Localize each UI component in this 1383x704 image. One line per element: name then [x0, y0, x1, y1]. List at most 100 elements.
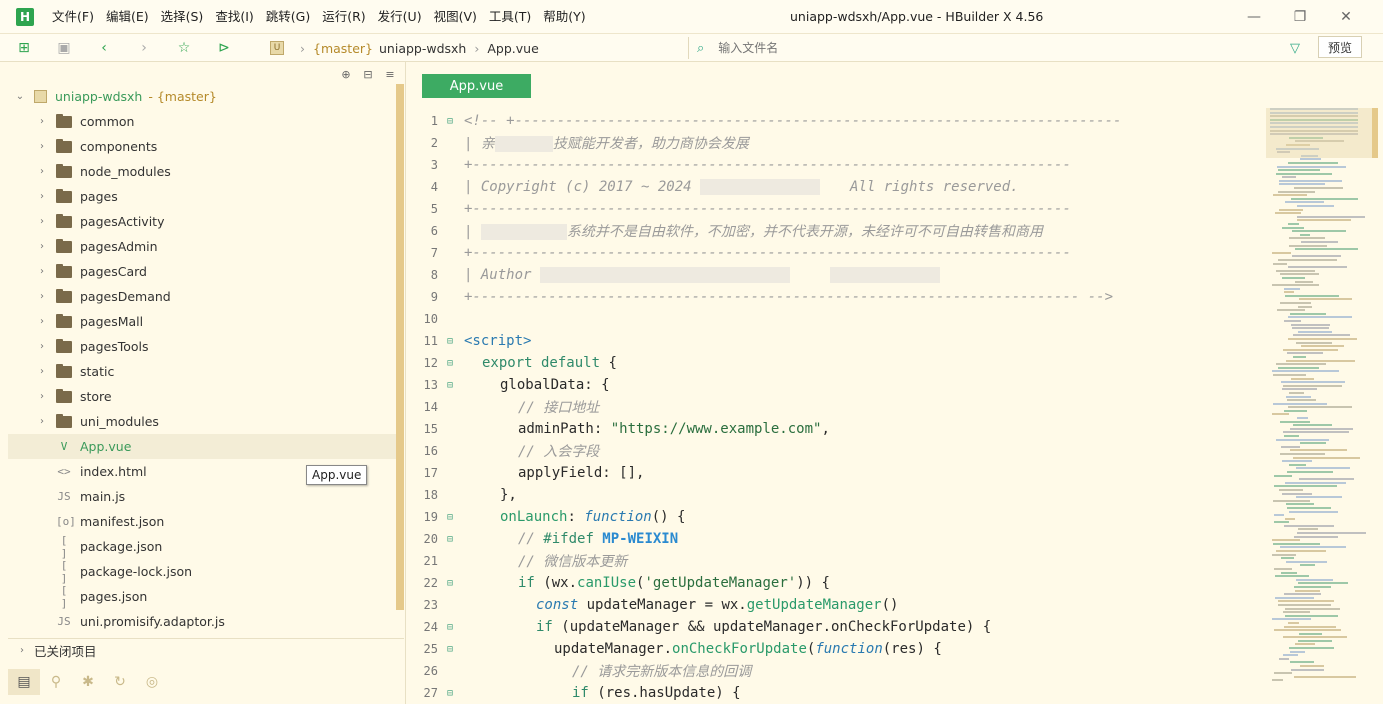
breadcrumb-branch[interactable]: {master}	[313, 41, 373, 56]
fold-icon[interactable]: ⊟	[442, 534, 458, 545]
menu-find[interactable]: 查找(I)	[209, 0, 259, 34]
fold-icon[interactable]: ⊟	[442, 336, 458, 347]
explorer-scrollbar[interactable]	[396, 84, 404, 610]
minimap-line	[1286, 395, 1311, 398]
closed-projects[interactable]: › 已关闭项目	[8, 638, 404, 662]
folder-row[interactable]: › common	[8, 109, 396, 134]
run-icon[interactable]: ⊳	[214, 38, 234, 58]
file-row[interactable]: [ ] package-lock.json	[8, 559, 396, 585]
minimap-line	[1283, 384, 1342, 387]
folder-row[interactable]: › node_modules	[8, 159, 396, 184]
fold-icon[interactable]: ⊟	[442, 358, 458, 369]
menu-publish[interactable]: 发行(U)	[372, 0, 428, 34]
folder-row[interactable]: › pagesAdmin	[8, 234, 396, 259]
minimap[interactable]	[1266, 108, 1366, 704]
minimap-line	[1300, 442, 1326, 445]
menu-select[interactable]: 选择(S)	[155, 0, 210, 34]
folder-row[interactable]: › uni_modules	[8, 409, 396, 434]
code-text: applyField: [],	[518, 465, 645, 481]
line-number: 9	[430, 290, 438, 304]
minimap-line	[1291, 377, 1314, 380]
file-row[interactable]: [ ] pages.json	[8, 583, 396, 610]
code-line: 27 ⊟ if (res.hasUpdate) {	[406, 682, 1266, 704]
filename-input[interactable]	[718, 41, 1259, 55]
folder-row[interactable]: › pages	[8, 184, 396, 209]
line-number: 7	[430, 246, 438, 260]
file-row[interactable]: JS uni.promisify.adaptor.js	[8, 609, 396, 634]
minimap-line	[1288, 266, 1347, 269]
json-file-icon: [ ]	[60, 583, 68, 610]
project-root[interactable]: ⌄ uniapp-wdsxh - {master}	[8, 84, 396, 109]
chevron-right-icon: ›	[40, 366, 44, 377]
menu-file[interactable]: 文件(F)	[46, 0, 100, 34]
tab-app-vue[interactable]: App.vue	[422, 74, 531, 98]
code-area[interactable]: 1 ⊟ <!-- +--------------------------------…	[406, 110, 1266, 704]
code-text: )) {	[796, 575, 830, 591]
code-text: +---------------------------------------…	[464, 245, 1071, 261]
fold-icon[interactable]: ⊟	[442, 512, 458, 523]
code-line: 10	[406, 308, 1266, 330]
file-row[interactable]: [o] manifest.json	[8, 509, 396, 534]
breadcrumb-project[interactable]: uniapp-wdsxh	[379, 41, 466, 56]
menu-help[interactable]: 帮助(Y)	[537, 0, 591, 34]
minimap-line	[1274, 521, 1289, 524]
file-row[interactable]: [ ] package.json	[8, 533, 396, 560]
breadcrumb-file[interactable]: App.vue	[487, 41, 538, 56]
folder-row[interactable]: › static	[8, 359, 396, 384]
explorer-tab-icon[interactable]: ▤	[8, 669, 40, 695]
minimize-button[interactable]: —	[1231, 0, 1277, 34]
fold-icon[interactable]: ⊟	[442, 116, 458, 127]
chevron-right-icon: ›	[40, 391, 44, 402]
minimap-line	[1284, 409, 1307, 412]
save-icon[interactable]: ▣	[54, 38, 74, 58]
fold-icon[interactable]: ⊟	[442, 380, 458, 391]
chevron-right-icon: ›	[40, 166, 44, 177]
star-icon[interactable]: ☆	[174, 38, 194, 58]
fold-icon[interactable]: ⊟	[442, 622, 458, 633]
menu-tools[interactable]: 工具(T)	[483, 0, 537, 34]
minimap-line	[1283, 636, 1347, 639]
folder-row[interactable]: › pagesDemand	[8, 284, 396, 309]
folder-row[interactable]: › pagesMall	[8, 309, 396, 334]
preview-button[interactable]: 预览	[1318, 36, 1362, 58]
folder-row[interactable]: › pagesActivity	[8, 209, 396, 234]
minimap-line	[1289, 463, 1306, 466]
folder-row[interactable]: › pagesCard	[8, 259, 396, 284]
collapse-all-icon[interactable]: ⊟	[359, 66, 377, 82]
close-button[interactable]: ✕	[1323, 0, 1369, 34]
code-line: 5 +--------------------------------------…	[406, 198, 1266, 220]
minimap-line	[1284, 625, 1336, 628]
file-row[interactable]: JS main.js	[8, 484, 396, 509]
folder-row[interactable]: › components	[8, 134, 396, 159]
menu-goto[interactable]: 跳转(G)	[260, 0, 316, 34]
minimap-viewport[interactable]	[1266, 108, 1374, 158]
debug-tab-icon[interactable]: ✱	[72, 669, 104, 695]
minimap-line	[1273, 499, 1310, 502]
file-row-app-vue[interactable]: V App.vue	[8, 434, 396, 459]
bike-tab-icon[interactable]: ⚲	[40, 669, 72, 695]
fold-icon[interactable]: ⊟	[442, 578, 458, 589]
folder-icon	[56, 363, 72, 378]
locate-icon[interactable]: ⊕	[337, 66, 355, 82]
menu-view[interactable]: 视图(V)	[428, 0, 483, 34]
fold-icon[interactable]: ⊟	[442, 688, 458, 699]
git-tab-icon[interactable]: ↻	[104, 669, 136, 695]
editor-scrollbar[interactable]	[1372, 108, 1378, 158]
menu-edit[interactable]: 编辑(E)	[100, 0, 155, 34]
json-file-icon: [ ]	[60, 533, 68, 560]
menu-icon[interactable]: ≡	[381, 66, 399, 82]
new-file-icon[interactable]: ⊞	[14, 38, 34, 58]
back-icon[interactable]: ‹	[94, 38, 114, 58]
folder-row[interactable]: › store	[8, 384, 396, 409]
minimap-line	[1278, 366, 1319, 369]
forward-icon[interactable]: ›	[134, 38, 154, 58]
folder-row[interactable]: › pagesTools	[8, 334, 396, 359]
menu-run[interactable]: 运行(R)	[316, 0, 371, 34]
minimap-line	[1295, 280, 1313, 283]
plugin-tab-icon[interactable]: ◎	[136, 669, 168, 695]
restore-button[interactable]: ❐	[1277, 0, 1323, 34]
fold-icon[interactable]: ⊟	[442, 644, 458, 655]
chevron-right-icon: ›	[40, 266, 44, 277]
funnel-icon[interactable]: ▽	[1290, 41, 1300, 56]
chevron-right-icon: ›	[40, 116, 44, 127]
